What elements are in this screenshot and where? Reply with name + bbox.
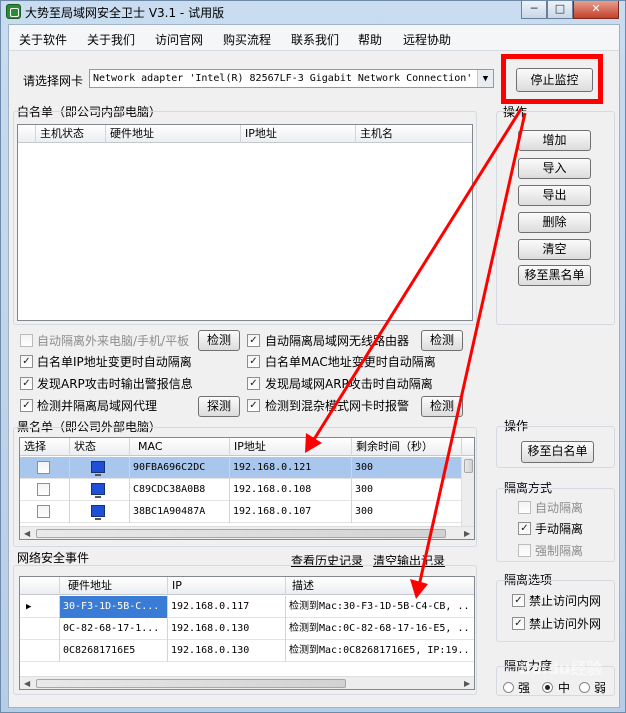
arrow-to-events — [417, 112, 527, 587]
app-window: 大势至局域网安全卫士 V3.1 - 试用版 ─ □ ✕ 关于软件 关于我们 访问… — [0, 0, 626, 713]
annotation-arrows — [305, 108, 527, 599]
arrowhead-events-icon — [410, 579, 428, 599]
arrowhead-blacklist-icon — [305, 433, 322, 453]
